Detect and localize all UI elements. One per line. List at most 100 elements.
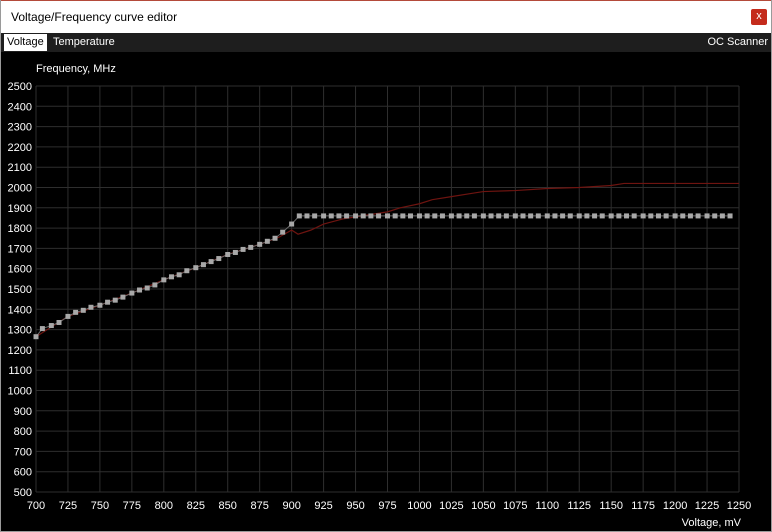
curve-point[interactable] [368,213,374,219]
curve-point[interactable] [576,213,582,219]
curve-point[interactable] [248,244,254,250]
curve-point[interactable] [200,262,206,268]
curve-point[interactable] [560,213,566,219]
curve-point[interactable] [663,213,669,219]
curve-point[interactable] [144,285,150,291]
curve-point[interactable] [392,213,398,219]
curve-point[interactable] [65,313,71,319]
curve-point[interactable] [424,213,430,219]
curve-point[interactable] [336,213,342,219]
curve-point[interactable] [544,213,550,219]
close-button[interactable]: x [751,9,767,25]
x-tick-label: 900 [282,500,300,512]
curve-point[interactable] [168,274,174,280]
curve-point[interactable] [321,213,327,219]
curve-point[interactable] [727,213,733,219]
curve-point[interactable] [225,251,231,257]
curve-point[interactable] [535,213,541,219]
y-tick-label: 2300 [8,122,32,134]
curve-point[interactable] [608,213,614,219]
curve-point[interactable] [503,213,509,219]
curve-point[interactable] [289,221,295,227]
curve-point[interactable] [56,319,62,325]
curve-point[interactable] [385,213,390,219]
curve-point[interactable] [129,290,135,296]
curve-point[interactable] [719,213,725,219]
curve-point[interactable] [344,213,350,219]
curve-point[interactable] [296,213,302,219]
curve-point[interactable] [712,213,718,219]
curve-point[interactable] [176,272,182,278]
curve-points-layer[interactable] [33,213,733,340]
curve-point[interactable] [264,238,270,244]
curve-point[interactable] [184,268,190,274]
curve-point[interactable] [80,307,86,313]
curve-point[interactable] [471,213,477,219]
curve-point[interactable] [687,213,693,219]
curve-point[interactable] [512,213,518,219]
curve-point[interactable] [416,213,422,219]
x-tick-label: 850 [219,500,237,512]
curve-point[interactable] [599,213,605,219]
curve-point[interactable] [616,213,622,219]
tab-voltage[interactable]: Voltage [4,34,47,51]
curve-point[interactable] [216,256,222,262]
vf-curve-chart[interactable]: 500 600 700 800 900 1000 1100 1200 1300 1400 1500 1… [1,52,771,531]
x-tick-label: 1025 [439,500,463,512]
curve-point[interactable] [488,213,494,219]
curve-point[interactable] [360,213,366,219]
curve-point[interactable] [456,213,462,219]
curve-point[interactable] [193,265,199,271]
curve-point[interactable] [480,213,486,219]
curve-point[interactable] [584,213,590,219]
curve-point[interactable] [105,299,111,305]
curve-point[interactable] [567,213,573,219]
curve-point[interactable] [376,213,382,219]
curve-point[interactable] [552,213,558,219]
curve-point[interactable] [33,334,39,340]
curve-point[interactable] [432,213,438,219]
curve-point[interactable] [304,213,310,219]
curve-point[interactable] [704,213,710,219]
curve-point[interactable] [672,213,678,219]
curve-point[interactable] [400,213,406,219]
curve-point[interactable] [631,213,637,219]
curve-point[interactable] [640,213,646,219]
curve-point[interactable] [408,213,414,219]
curve-point[interactable] [73,309,79,315]
curve-point[interactable] [152,282,158,288]
curve-point[interactable] [655,213,661,219]
curve-point[interactable] [680,213,686,219]
curve-point[interactable] [272,235,278,241]
curve-point[interactable] [312,213,318,219]
curve-point[interactable] [120,294,126,300]
curve-point[interactable] [137,287,143,293]
curve-point[interactable] [88,304,94,310]
curve-point[interactable] [439,213,445,219]
curve-point[interactable] [464,213,470,219]
curve-point[interactable] [624,213,630,219]
curve-point[interactable] [257,241,263,247]
oc-scanner-button[interactable]: OC Scanner [707,34,768,51]
curve-point[interactable] [161,277,167,283]
curve-point[interactable] [448,213,454,219]
curve-point[interactable] [39,326,45,332]
curve-point[interactable] [48,323,54,329]
curve-point[interactable] [528,213,534,219]
curve-point[interactable] [240,246,246,252]
tab-temperature[interactable]: Temperature [50,34,118,51]
curve-point[interactable] [328,213,334,219]
curve-point[interactable] [695,213,701,219]
curve-point[interactable] [232,249,238,255]
curve-point[interactable] [592,213,598,219]
curve-point[interactable] [353,213,359,219]
curve-point[interactable] [97,302,103,308]
curve-point[interactable] [648,213,654,219]
curve-point[interactable] [520,213,526,219]
curve-point[interactable] [208,259,214,265]
x-tick-label: 1050 [471,500,495,512]
curve-point[interactable] [496,213,502,219]
curve-point[interactable] [280,229,286,235]
curve-point[interactable] [112,297,118,303]
x-tick-label: 700 [27,500,45,512]
